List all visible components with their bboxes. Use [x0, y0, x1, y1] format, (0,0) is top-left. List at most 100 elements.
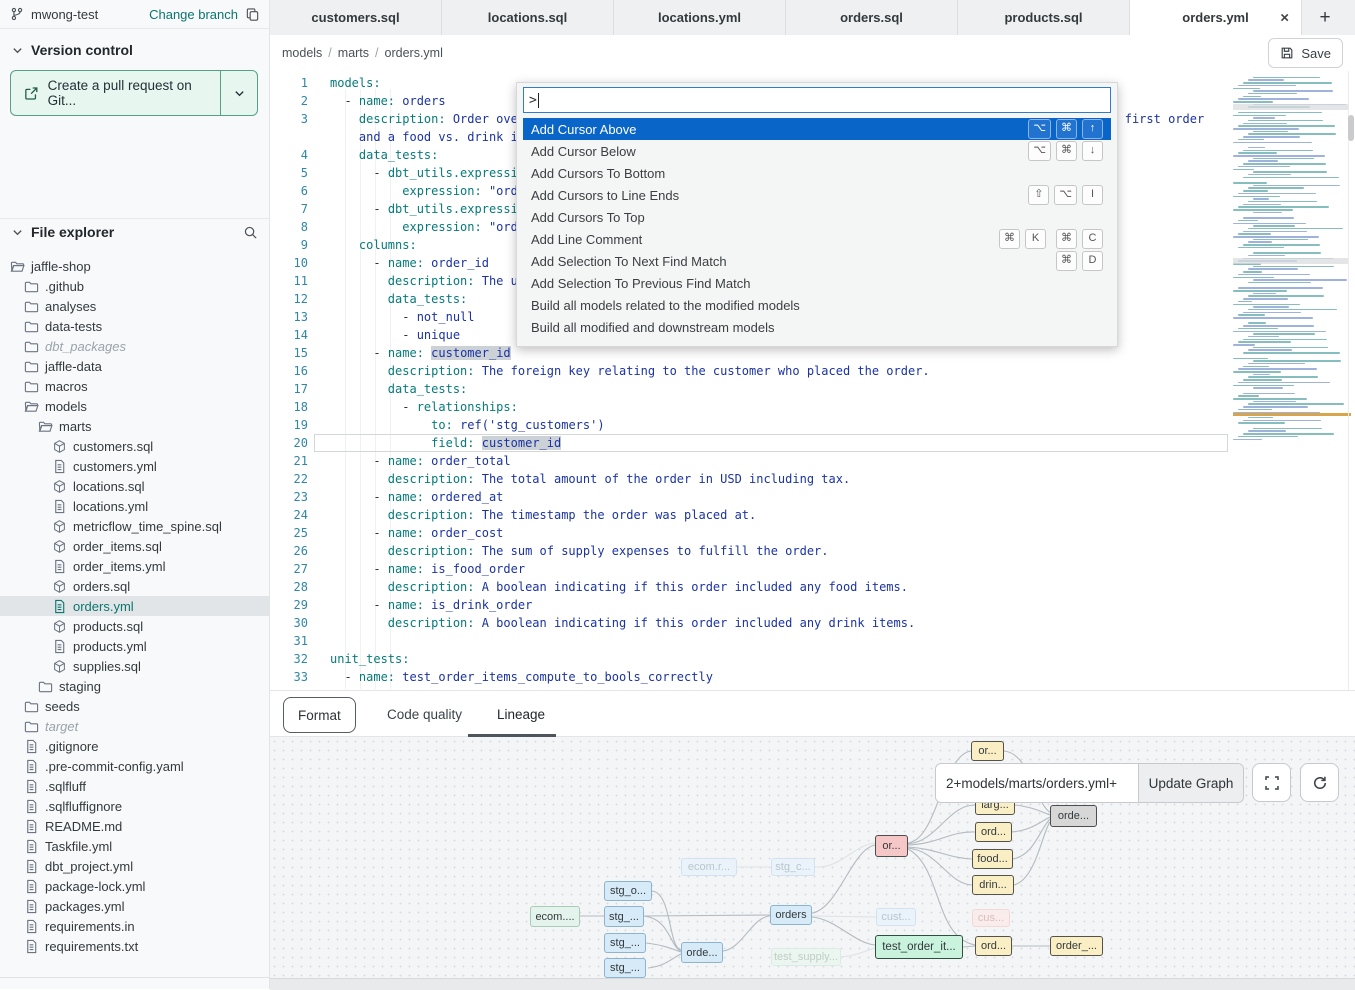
tree-item-locations-sql[interactable]: locations.sql: [0, 476, 270, 496]
tree-item--pre-commit-config-yaml[interactable]: .pre-commit-config.yaml: [0, 756, 270, 776]
editor-tab-locations-yml[interactable]: locations.yml: [614, 0, 786, 35]
command-item-add-selection-to-previous-find-match[interactable]: Add Selection To Previous Find Match: [523, 272, 1111, 294]
command-item-add-cursor-below[interactable]: Add Cursor Below⌥⌘↓: [523, 140, 1111, 162]
lineage-node-test-supply-[interactable]: test_supply...: [771, 948, 841, 966]
tree-item-dbt-project-yml[interactable]: dbt_project.yml: [0, 856, 270, 876]
command-item-add-cursors-to-top[interactable]: Add Cursors To Top: [523, 206, 1111, 228]
tree-item-customers-yml[interactable]: customers.yml: [0, 456, 270, 476]
tree-item-packages-yml[interactable]: packages.yml: [0, 896, 270, 916]
lineage-node-or-[interactable]: or...: [875, 835, 908, 857]
change-branch-link[interactable]: Change branch: [149, 7, 238, 22]
command-item-add-cursors-to-bottom[interactable]: Add Cursors To Bottom: [523, 162, 1111, 184]
lineage-node-orde-[interactable]: orde...: [1050, 805, 1097, 827]
tree-item-macros[interactable]: macros: [0, 376, 270, 396]
command-palette-input[interactable]: >: [523, 87, 1111, 113]
tree-item-order-items-sql[interactable]: order_items.sql: [0, 536, 270, 556]
editor-tab-orders-sql[interactable]: orders.sql: [786, 0, 958, 35]
breadcrumb-models[interactable]: models: [282, 46, 322, 60]
editor-tab-orders-yml[interactable]: orders.yml×: [1130, 0, 1302, 36]
tree-item-locations-yml[interactable]: locations.yml: [0, 496, 270, 516]
tab-code-quality[interactable]: Code quality: [387, 691, 462, 737]
tree-item-products-sql[interactable]: products.sql: [0, 616, 270, 636]
format-button[interactable]: Format: [283, 697, 356, 733]
editor-tab-customers-sql[interactable]: customers.sql: [270, 0, 442, 35]
tree-item-order-items-yml[interactable]: order_items.yml: [0, 556, 270, 576]
tree-item-jaffle-shop[interactable]: jaffle-shop: [0, 256, 270, 276]
lineage-node-order-[interactable]: order_...: [1050, 936, 1103, 956]
tree-item-requirements-txt[interactable]: requirements.txt: [0, 936, 270, 956]
command-item-add-selection-to-next-find-match[interactable]: Add Selection To Next Find Match⌘D: [523, 250, 1111, 272]
tree-item-jaffle-data[interactable]: jaffle-data: [0, 356, 270, 376]
editor-tab-locations-sql[interactable]: locations.sql: [442, 0, 614, 35]
save-button[interactable]: Save: [1268, 38, 1343, 68]
pr-button-caret[interactable]: [220, 71, 257, 115]
breadcrumb-file[interactable]: orders.yml: [385, 46, 443, 60]
tree-item-readme-md[interactable]: README.md: [0, 816, 270, 836]
lineage-node-stg-[interactable]: stg_...: [604, 933, 646, 953]
tree-item-package-lock-yml[interactable]: package-lock.yml: [0, 876, 270, 896]
tree-item-target[interactable]: target: [0, 716, 270, 736]
lineage-node-stg-[interactable]: stg_...: [604, 906, 644, 927]
lineage-node-orde-[interactable]: orde...: [681, 942, 723, 963]
tree-item-data-tests[interactable]: data-tests: [0, 316, 270, 336]
close-icon[interactable]: ×: [1280, 10, 1289, 25]
file-explorer-header[interactable]: File explorer: [12, 224, 258, 240]
tree-item-label: products.sql: [73, 619, 143, 634]
update-graph-button[interactable]: Update Graph: [1138, 764, 1243, 802]
lineage-node-test-order-it-[interactable]: test_order_it...: [875, 935, 963, 959]
tab-lineage[interactable]: Lineage: [497, 691, 545, 737]
lineage-node-food-[interactable]: food...: [972, 849, 1013, 869]
tree-item-products-yml[interactable]: products.yml: [0, 636, 270, 656]
breadcrumb-marts[interactable]: marts: [338, 46, 369, 60]
lineage-node-ord-[interactable]: ord...: [975, 822, 1012, 842]
command-item-add-cursors-to-line-ends[interactable]: Add Cursors to Line Ends⇧⌥I: [523, 184, 1111, 206]
create-pull-request-button[interactable]: Create a pull request on Git...: [10, 70, 258, 116]
lineage-node-ecom-r-[interactable]: ecom.r...: [681, 858, 737, 876]
tree-item-staging[interactable]: staging: [0, 676, 270, 696]
tree-item--github[interactable]: .github: [0, 276, 270, 296]
minimap[interactable]: [1233, 74, 1348, 529]
search-icon[interactable]: [243, 225, 258, 240]
tree-item-orders-yml[interactable]: orders.yml: [0, 596, 270, 616]
tree-item-dbt-packages[interactable]: dbt_packages: [0, 336, 270, 356]
editor-tab-products-sql[interactable]: products.sql: [958, 0, 1130, 35]
tree-item-seeds[interactable]: seeds: [0, 696, 270, 716]
lineage-node-stg-o-[interactable]: stg_o...: [604, 881, 652, 901]
fullscreen-button[interactable]: [1252, 763, 1291, 802]
command-item-build-all-models-related-to-the-modified-models[interactable]: Build all models related to the modified…: [523, 294, 1111, 316]
lineage-node-ecom-[interactable]: ecom....: [530, 906, 580, 927]
refresh-button[interactable]: [1300, 763, 1339, 802]
lineage-hscrollbar[interactable]: [270, 978, 1355, 990]
tree-item--sqlfluff[interactable]: .sqlfluff: [0, 776, 270, 796]
tree-item-models[interactable]: models: [0, 396, 270, 416]
tree-item--sqlfluffignore[interactable]: .sqlfluffignore: [0, 796, 270, 816]
tree-item-marts[interactable]: marts: [0, 416, 270, 436]
editor-scrollbar[interactable]: [1348, 115, 1354, 141]
tree-item-customers-sql[interactable]: customers.sql: [0, 436, 270, 456]
lineage-node-drin-[interactable]: drin...: [972, 875, 1014, 895]
lineage-node-ord-[interactable]: ord...: [975, 936, 1012, 956]
lineage-selector-input[interactable]: 2+models/marts/orders.yml+: [936, 764, 1138, 802]
tree-item--gitignore[interactable]: .gitignore: [0, 736, 270, 756]
copy-icon[interactable]: [245, 7, 260, 22]
new-tab-button[interactable]: +: [1302, 0, 1348, 35]
lineage-node-or-[interactable]: or...: [971, 741, 1004, 761]
lineage-node-stg-c-[interactable]: stg_c...: [771, 858, 815, 876]
lineage-node-stg-[interactable]: stg_...: [604, 958, 646, 978]
lineage-node-orders[interactable]: orders: [770, 905, 812, 925]
version-control-header[interactable]: Version control: [12, 42, 133, 58]
lineage-panel[interactable]: ecom....stg_o...stg_...stg_...stg_...ord…: [270, 737, 1355, 978]
tree-item-supplies-sql[interactable]: supplies.sql: [0, 656, 270, 676]
tree-item-requirements-in[interactable]: requirements.in: [0, 916, 270, 936]
command-item-add-cursor-above[interactable]: Add Cursor Above⌥⌘↑: [523, 118, 1111, 140]
tree-item-taskfile-yml[interactable]: Taskfile.yml: [0, 836, 270, 856]
command-item-build-all-modified-and-downstream-models[interactable]: Build all modified and downstream models: [523, 316, 1111, 338]
lineage-node-cust-[interactable]: cust...: [876, 908, 916, 926]
doc-icon: [24, 779, 39, 794]
lineage-node-cus-[interactable]: cus...: [972, 909, 1010, 927]
code-editor[interactable]: 1models:2 - name: orders3 description: O…: [270, 71, 1355, 690]
tree-item-analyses[interactable]: analyses: [0, 296, 270, 316]
tree-item-orders-sql[interactable]: orders.sql: [0, 576, 270, 596]
command-item-add-line-comment[interactable]: Add Line Comment⌘K⌘C: [523, 228, 1111, 250]
tree-item-metricflow-time-spine-sql[interactable]: metricflow_time_spine.sql: [0, 516, 270, 536]
